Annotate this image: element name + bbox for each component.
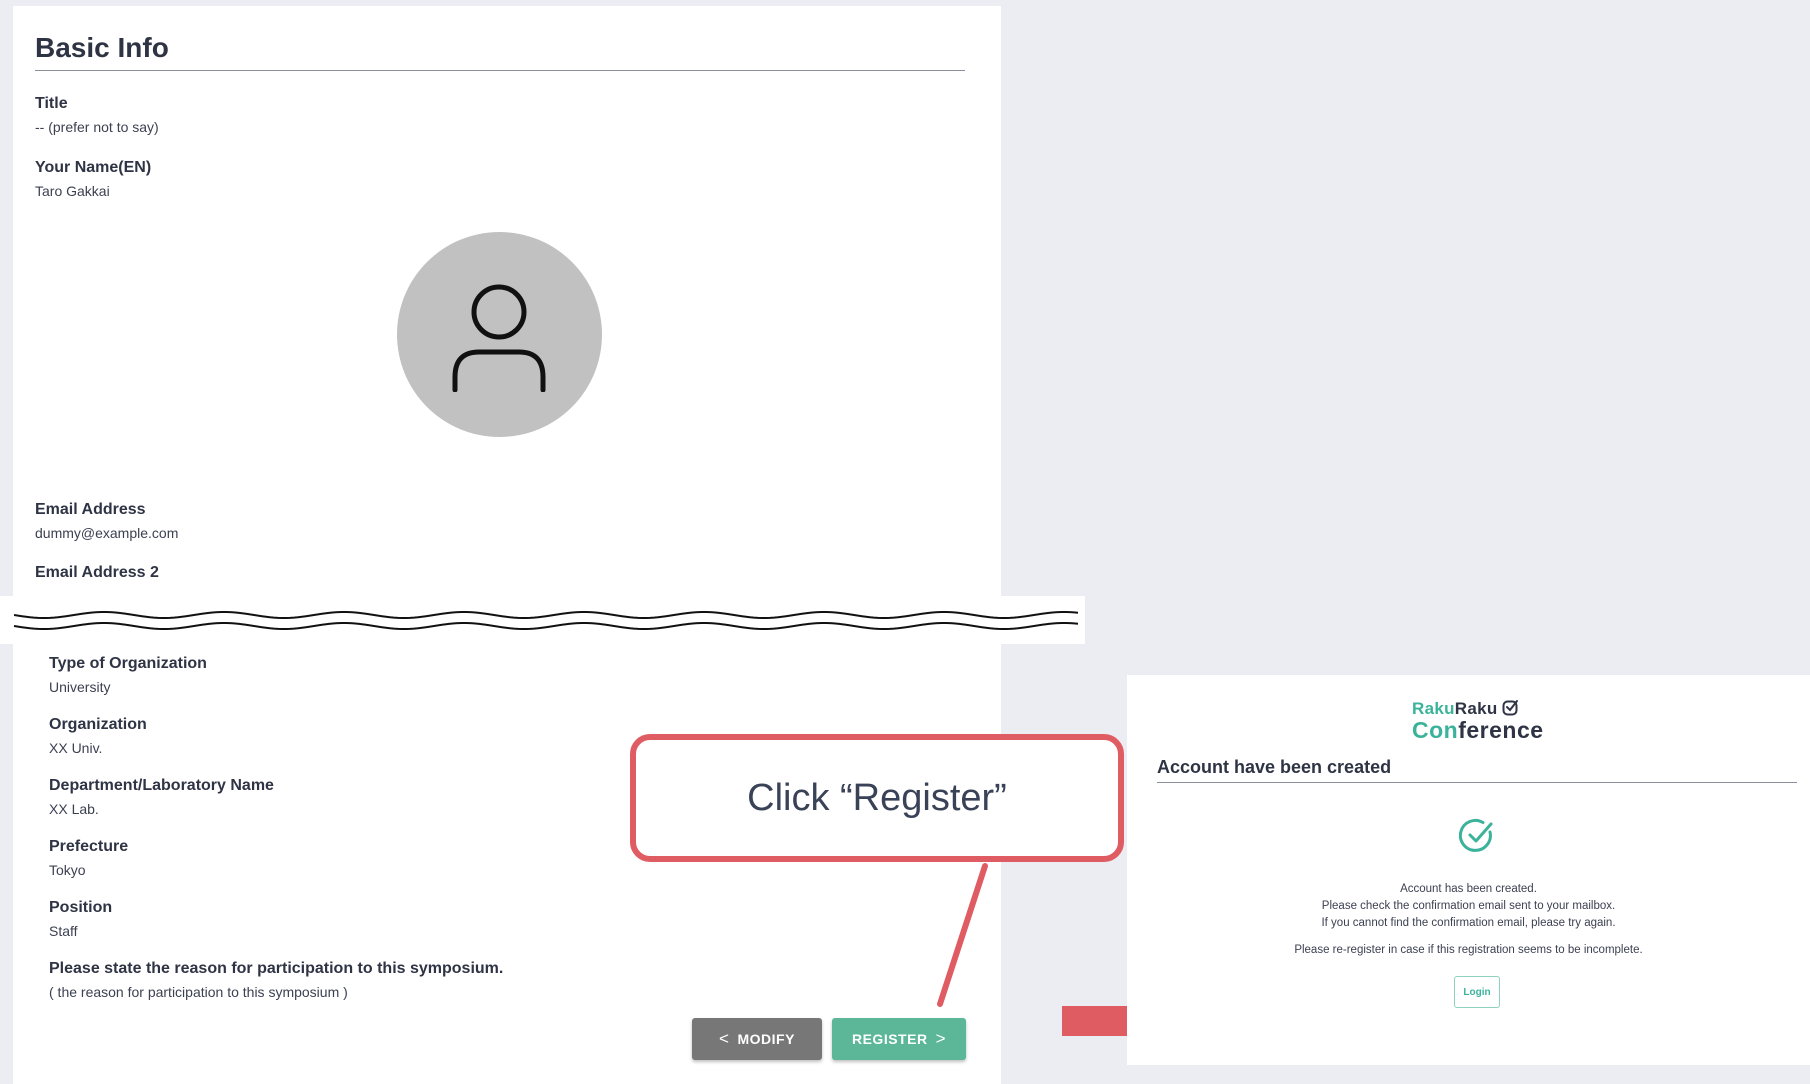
field-value: dummy@example.com — [35, 525, 179, 541]
field-label: Type of Organization — [49, 655, 207, 672]
wavy-break-lines — [14, 611, 1079, 630]
avatar — [397, 232, 602, 437]
field-email-2: Email Address 2 — [35, 563, 159, 586]
logo-text: ference — [1458, 717, 1544, 743]
page-break-strip — [0, 596, 1085, 644]
modify-button[interactable]: < MODIFY — [692, 1018, 822, 1060]
field-value: ( the reason for participation to this s… — [49, 984, 348, 1000]
field-label: Department/Laboratory Name — [49, 777, 274, 794]
field-label: Your Name(EN) — [35, 159, 152, 176]
field-value: Tokyo — [49, 862, 86, 878]
register-button-label: REGISTER — [851, 1031, 928, 1047]
field-name-en: Your Name(EN) Taro Gakkai — [35, 158, 151, 201]
account-created-title: Account have been created — [1157, 757, 1392, 777]
logo-text: Raku — [1412, 699, 1455, 718]
field-label: Email Address 2 — [35, 564, 159, 581]
basic-info-panel: Basic Info Title -- (prefer not to say) … — [13, 6, 1001, 596]
field-participation-reason: Please state the reason for participatio… — [49, 959, 503, 1002]
field-email: Email Address dummy@example.com — [35, 500, 178, 543]
modify-button-label: MODIFY — [737, 1031, 795, 1047]
field-value: University — [49, 679, 111, 695]
field-position: Position Staff — [49, 898, 112, 941]
check-badge-icon — [1502, 700, 1518, 716]
field-label: Title — [35, 95, 68, 112]
rakuraku-conference-logo: RakuRaku Conference — [1412, 699, 1612, 744]
field-label: Organization — [49, 716, 147, 733]
logo-text: Raku — [1454, 699, 1498, 718]
section-divider — [1157, 782, 1797, 783]
field-value: -- (prefer not to say) — [35, 119, 159, 135]
field-prefecture: Prefecture Tokyo — [49, 837, 128, 880]
user-silhouette-icon — [452, 284, 546, 392]
instruction-callout: Click “Register” — [630, 734, 1124, 862]
field-label: Email Address — [35, 501, 146, 518]
check-circle-icon — [1459, 819, 1493, 852]
confirmation-message: Account has been created. — [1400, 883, 1537, 895]
register-button[interactable]: REGISTER > — [832, 1018, 966, 1060]
logo-text: Con — [1412, 717, 1459, 743]
chevron-left-icon: < — [719, 1029, 730, 1048]
account-created-panel: RakuRaku Conference Account have been cr… — [1127, 675, 1810, 1065]
field-label: Please state the reason for participatio… — [49, 960, 504, 977]
field-label: Position — [49, 899, 113, 916]
field-value: Taro Gakkai — [35, 183, 110, 199]
field-value: Staff — [49, 923, 78, 939]
field-value: XX Univ. — [49, 740, 103, 756]
field-org-type: Type of Organization University — [49, 654, 207, 697]
field-value: XX Lab. — [49, 801, 99, 817]
section-divider — [35, 70, 965, 71]
login-button[interactable]: Login — [1454, 976, 1500, 1008]
section-title-basic-info: Basic Info — [35, 32, 169, 63]
confirmation-message: If you cannot find the confirmation emai… — [1321, 917, 1616, 929]
field-title: Title -- (prefer not to say) — [35, 94, 159, 137]
field-department: Department/Laboratory Name XX Lab. — [49, 776, 274, 819]
confirmation-message: Please check the confirmation email sent… — [1321, 900, 1616, 912]
chevron-right-icon: > — [935, 1029, 946, 1048]
field-label: Prefecture — [49, 838, 129, 855]
confirmation-message: Please re-register in case if this regis… — [1294, 944, 1643, 956]
field-organization: Organization XX Univ. — [49, 715, 147, 758]
